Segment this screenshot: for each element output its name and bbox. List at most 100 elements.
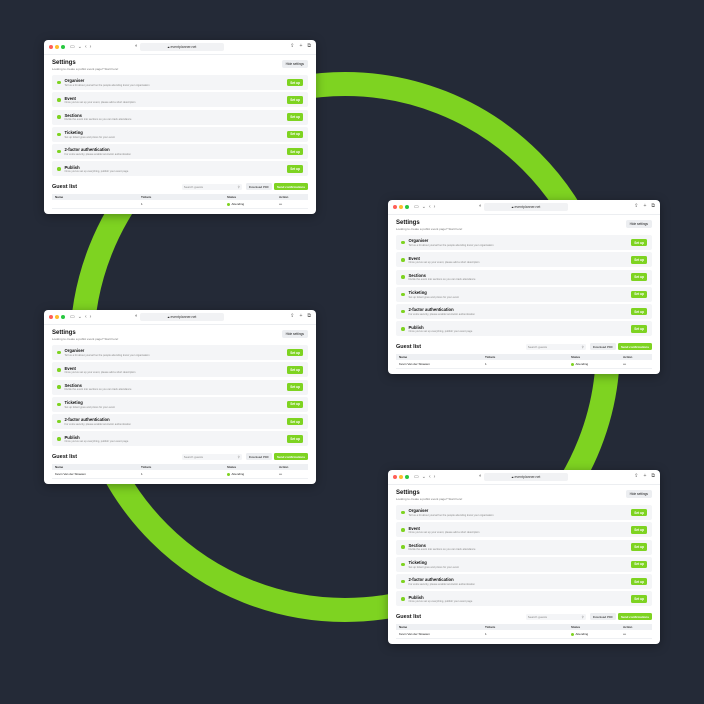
tabs-overview-icon[interactable]: ⧉ (651, 473, 655, 479)
forward-icon[interactable]: › (90, 314, 92, 320)
share-icon[interactable]: ⇪ (634, 203, 638, 209)
search-input[interactable]: Search guests ⚲ (525, 343, 586, 350)
maximize-window-icon[interactable] (61, 315, 65, 319)
share-icon[interactable]: ⇪ (290, 43, 294, 49)
maximize-window-icon[interactable] (405, 475, 409, 479)
status-dot (57, 98, 61, 102)
set-up-button[interactable]: Set up (287, 435, 303, 443)
close-window-icon[interactable] (393, 205, 397, 209)
sidebar-toggle-icon[interactable]: ▭ (70, 314, 75, 320)
row-action-menu[interactable]: ••• (623, 362, 652, 366)
minimize-window-icon[interactable] (55, 45, 59, 49)
set-up-button[interactable]: Set up (287, 130, 303, 139)
set-up-button[interactable]: Set up (287, 78, 303, 87)
minimize-window-icon[interactable] (55, 315, 59, 319)
share-icon[interactable]: ⇪ (290, 313, 294, 319)
shield-icon: ◐ (479, 473, 483, 479)
close-window-icon[interactable] (49, 45, 53, 49)
set-up-button[interactable]: Set up (287, 96, 303, 104)
set-up-button[interactable]: Set up (631, 526, 647, 534)
chevron-down-icon[interactable]: ⌄ (78, 314, 82, 320)
address-bar[interactable]: 🔒︎ eventplanner.net (484, 203, 568, 211)
table-row[interactable]: 1 Attending ••• (52, 200, 308, 210)
set-up-button[interactable]: Set up (287, 383, 303, 391)
back-icon[interactable]: ‹ (85, 44, 87, 50)
row-action-menu[interactable]: ••• (279, 202, 308, 206)
set-up-button[interactable]: Set up (631, 560, 647, 569)
hide-settings-button[interactable]: Hide settings (625, 490, 652, 498)
sidebar-toggle-icon[interactable]: ▭ (70, 44, 75, 50)
set-up-button[interactable]: Set up (631, 273, 647, 281)
new-tab-icon[interactable]: + (300, 43, 303, 49)
set-up-button[interactable]: Set up (631, 290, 647, 299)
set-up-button[interactable]: Set up (287, 348, 303, 357)
setup-item-description: Set up ticket types and prices for your … (408, 295, 459, 299)
set-up-button[interactable]: Set up (287, 113, 303, 121)
address-bar[interactable]: 🔒︎ eventplanner.net (484, 473, 568, 481)
set-up-button[interactable]: Set up (631, 307, 647, 316)
search-input[interactable]: Search guests ⚲ (181, 453, 242, 460)
set-up-button[interactable]: Set up (631, 256, 647, 264)
set-up-button[interactable]: Set up (287, 400, 303, 409)
download-pdf-button[interactable]: Download PDF (245, 183, 272, 191)
table-row[interactable]: Kevin Van der Straeten 1 Attending ••• (396, 360, 652, 370)
guest-tickets: 1 (485, 362, 487, 367)
set-up-button[interactable]: Set up (631, 238, 647, 247)
back-icon[interactable]: ‹ (429, 474, 431, 480)
search-input[interactable]: Search guests ⚲ (525, 613, 586, 620)
send-confirmations-button[interactable]: Send confirmations (273, 453, 308, 461)
maximize-window-icon[interactable] (61, 45, 65, 49)
setup-list: Organiser Tell us a bit about yourself so… (396, 505, 652, 607)
tabs-overview-icon[interactable]: ⧉ (307, 313, 311, 319)
forward-icon[interactable]: › (434, 474, 436, 480)
tabs-overview-icon[interactable]: ⧉ (307, 43, 311, 49)
set-up-button[interactable]: Set up (287, 165, 303, 173)
address-bar[interactable]: 🔒︎ eventplanner.net (140, 43, 224, 51)
chevron-down-icon[interactable]: ⌄ (422, 204, 426, 210)
back-icon[interactable]: ‹ (85, 314, 87, 320)
search-input[interactable]: Search guests ⚲ (181, 183, 242, 190)
set-up-button[interactable]: Set up (631, 543, 647, 551)
table-row[interactable]: Kevin Van der Straeten 1 Attending ••• (52, 470, 308, 480)
address-bar[interactable]: 🔒︎ eventplanner.net (140, 313, 224, 321)
row-action-menu[interactable]: ••• (623, 632, 652, 636)
close-window-icon[interactable] (393, 475, 397, 479)
hide-settings-button[interactable]: Hide settings (281, 330, 308, 338)
set-up-button[interactable]: Set up (287, 417, 303, 426)
set-up-button[interactable]: Set up (287, 366, 303, 374)
send-confirmations-button[interactable]: Send confirmations (273, 183, 308, 191)
chevron-down-icon[interactable]: ⌄ (78, 44, 82, 50)
send-confirmations-button[interactable]: Send confirmations (617, 343, 652, 351)
minimize-window-icon[interactable] (399, 205, 403, 209)
maximize-window-icon[interactable] (405, 205, 409, 209)
forward-icon[interactable]: › (90, 44, 92, 50)
download-pdf-button[interactable]: Download PDF (245, 453, 272, 461)
set-up-button[interactable]: Set up (631, 325, 647, 333)
hide-settings-button[interactable]: Hide settings (625, 220, 652, 228)
tabs-overview-icon[interactable]: ⧉ (651, 203, 655, 209)
set-up-button[interactable]: Set up (631, 508, 647, 517)
new-tab-icon[interactable]: + (300, 313, 303, 319)
sidebar-toggle-icon[interactable]: ▭ (414, 474, 419, 480)
table-row[interactable]: Kevin Van der Straeten 1 Attending ••• (396, 630, 652, 640)
set-up-button[interactable]: Set up (287, 147, 303, 156)
setup-item-description: For extra security, please enable two-fa… (64, 422, 131, 426)
column-name: Name (399, 355, 408, 360)
back-icon[interactable]: ‹ (429, 204, 431, 210)
hide-settings-button[interactable]: Hide settings (281, 60, 308, 68)
download-pdf-button[interactable]: Download PDF (589, 613, 616, 621)
close-window-icon[interactable] (49, 315, 53, 319)
new-tab-icon[interactable]: + (644, 473, 647, 479)
chevron-down-icon[interactable]: ⌄ (422, 474, 426, 480)
send-confirmations-button[interactable]: Send confirmations (617, 613, 652, 621)
minimize-window-icon[interactable] (399, 475, 403, 479)
browser-window: ▭ ⌄ ‹ › ◐ 🔒︎ eventplanner.net ⇪ + ⧉ Sett… (388, 200, 660, 375)
share-icon[interactable]: ⇪ (634, 473, 638, 479)
sidebar-toggle-icon[interactable]: ▭ (414, 204, 419, 210)
row-action-menu[interactable]: ••• (279, 472, 308, 476)
set-up-button[interactable]: Set up (631, 577, 647, 586)
forward-icon[interactable]: › (434, 204, 436, 210)
set-up-button[interactable]: Set up (631, 595, 647, 603)
new-tab-icon[interactable]: + (644, 203, 647, 209)
download-pdf-button[interactable]: Download PDF (589, 343, 616, 351)
